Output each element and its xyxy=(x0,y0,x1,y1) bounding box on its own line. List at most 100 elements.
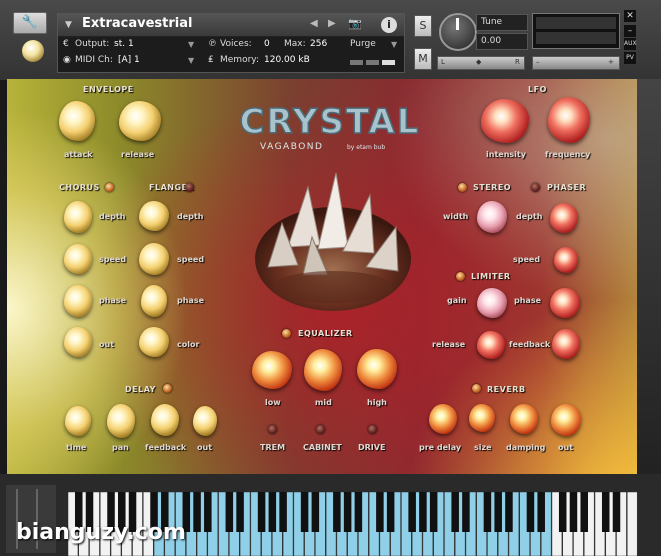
black-key[interactable] xyxy=(494,492,502,532)
black-key[interactable] xyxy=(419,492,427,532)
cabinet-toggle-led[interactable] xyxy=(316,425,325,434)
reverb-size-knob[interactable] xyxy=(469,404,495,432)
phaser-depth-knob[interactable] xyxy=(550,203,578,233)
black-key[interactable] xyxy=(429,492,438,532)
white-key[interactable] xyxy=(627,492,638,556)
chorus-out-knob[interactable] xyxy=(64,327,92,357)
output-value[interactable]: st. 1 xyxy=(114,39,134,49)
black-key[interactable] xyxy=(225,492,234,532)
limiter-phase-knob[interactable] xyxy=(550,288,580,318)
wrench-icon[interactable]: 🔧 xyxy=(13,12,47,34)
delay-feedback-knob[interactable] xyxy=(151,404,179,436)
prev-instrument-icon[interactable]: ◀ xyxy=(310,18,318,29)
reverb-damping-knob[interactable] xyxy=(510,404,538,434)
black-key[interactable] xyxy=(279,492,287,532)
black-key[interactable] xyxy=(569,492,578,532)
close-icon[interactable]: ✕ xyxy=(624,10,636,22)
flanger-speed-knob[interactable] xyxy=(139,243,169,275)
chorus-speed-knob[interactable] xyxy=(64,244,92,274)
midi-icon: ◉ xyxy=(63,55,71,65)
phaser-toggle-led[interactable] xyxy=(531,183,540,192)
black-key[interactable] xyxy=(300,492,309,532)
chorus-speed-label: speed xyxy=(99,255,127,264)
pv-button[interactable]: PV xyxy=(624,52,636,64)
black-key[interactable] xyxy=(558,492,567,532)
volume-plus-icon[interactable]: + xyxy=(608,58,614,66)
envelope-release-knob[interactable] xyxy=(119,101,161,141)
black-key[interactable] xyxy=(386,492,395,532)
black-key[interactable] xyxy=(537,492,545,532)
flanger-color-knob[interactable] xyxy=(139,327,169,357)
instrument-name[interactable]: Extracavestrial xyxy=(82,16,192,31)
equalizer-mid-knob[interactable] xyxy=(304,349,342,391)
reverb-pre-delay-knob[interactable] xyxy=(429,404,457,434)
limiter-gain-knob[interactable] xyxy=(477,288,507,318)
equalizer-toggle-led[interactable] xyxy=(282,329,291,338)
black-key[interactable] xyxy=(311,492,320,532)
black-key[interactable] xyxy=(526,492,535,532)
black-key[interactable] xyxy=(601,492,610,532)
chorus-depth-label: depth xyxy=(99,212,126,221)
black-key[interactable] xyxy=(462,492,470,532)
instrument-logo-icon xyxy=(22,40,44,62)
aux-button[interactable]: AUX xyxy=(624,38,637,50)
next-instrument-icon[interactable]: ▶ xyxy=(328,18,336,29)
lfo-frequency-knob[interactable] xyxy=(548,97,590,143)
limiter-release-knob[interactable] xyxy=(477,331,505,359)
purge-button[interactable]: Purge xyxy=(350,39,376,49)
equalizer-high-knob[interactable] xyxy=(357,349,397,389)
solo-button[interactable]: S xyxy=(414,15,432,37)
black-key[interactable] xyxy=(257,492,266,532)
dropdown-triangle-icon[interactable]: ▼ xyxy=(65,20,72,30)
output-dropdown-icon[interactable]: ▼ xyxy=(188,40,194,49)
black-key[interactable] xyxy=(354,492,363,532)
trem-toggle-led[interactable] xyxy=(268,425,277,434)
info-icon[interactable]: i xyxy=(381,17,397,33)
lfo-intensity-knob[interactable] xyxy=(481,99,529,143)
chorus-depth-knob[interactable] xyxy=(64,201,92,233)
black-key[interactable] xyxy=(612,492,621,532)
black-key[interactable] xyxy=(505,492,513,532)
purge-dropdown-icon[interactable]: ▼ xyxy=(391,40,397,49)
black-key[interactable] xyxy=(193,492,201,532)
black-key[interactable] xyxy=(451,492,459,532)
reverb-toggle-led[interactable] xyxy=(472,384,481,393)
drive-toggle-led[interactable] xyxy=(368,425,377,434)
delay-time-knob[interactable] xyxy=(65,406,91,436)
volume-slider[interactable] xyxy=(532,56,620,70)
volume-minus-icon[interactable]: – xyxy=(536,58,540,66)
flanger-depth-knob[interactable] xyxy=(139,201,169,231)
flanger-phase-knob[interactable] xyxy=(141,285,167,317)
midi-channel-value[interactable]: [A] 1 xyxy=(118,55,140,65)
delay-toggle-led[interactable] xyxy=(163,384,172,393)
black-key[interactable] xyxy=(204,492,212,532)
delay-out-knob[interactable] xyxy=(193,406,217,436)
black-key[interactable] xyxy=(408,492,416,532)
limiter-feedback-knob[interactable] xyxy=(552,329,580,359)
tune-knob[interactable] xyxy=(439,13,477,51)
equalizer-low-knob[interactable] xyxy=(252,351,292,389)
minimize-icon[interactable]: – xyxy=(624,25,636,37)
delay-pan-knob[interactable] xyxy=(107,404,135,438)
reverb-out-knob[interactable] xyxy=(551,404,581,436)
black-key[interactable] xyxy=(376,492,384,532)
phaser-speed-knob[interactable] xyxy=(554,247,578,273)
black-key[interactable] xyxy=(580,492,588,532)
flanger-toggle-led[interactable] xyxy=(185,183,194,192)
black-key[interactable] xyxy=(236,492,244,532)
midi-dropdown-icon[interactable]: ▼ xyxy=(188,56,194,65)
black-key[interactable] xyxy=(333,492,341,532)
max-voices-value[interactable]: 256 xyxy=(310,39,327,49)
black-key[interactable] xyxy=(268,492,277,532)
camera-icon[interactable]: 📷 xyxy=(348,17,366,31)
tune-value[interactable]: 0.00 xyxy=(476,33,528,50)
chorus-toggle-led[interactable] xyxy=(105,183,114,192)
black-key[interactable] xyxy=(483,492,492,532)
mute-button[interactable]: M xyxy=(414,48,432,70)
stereo-width-knob[interactable] xyxy=(477,201,507,233)
black-key[interactable] xyxy=(343,492,352,532)
stereo-toggle-led[interactable] xyxy=(458,183,467,192)
chorus-phase-knob[interactable] xyxy=(64,285,92,317)
limiter-toggle-led[interactable] xyxy=(456,272,465,281)
envelope-attack-knob[interactable] xyxy=(59,101,95,141)
